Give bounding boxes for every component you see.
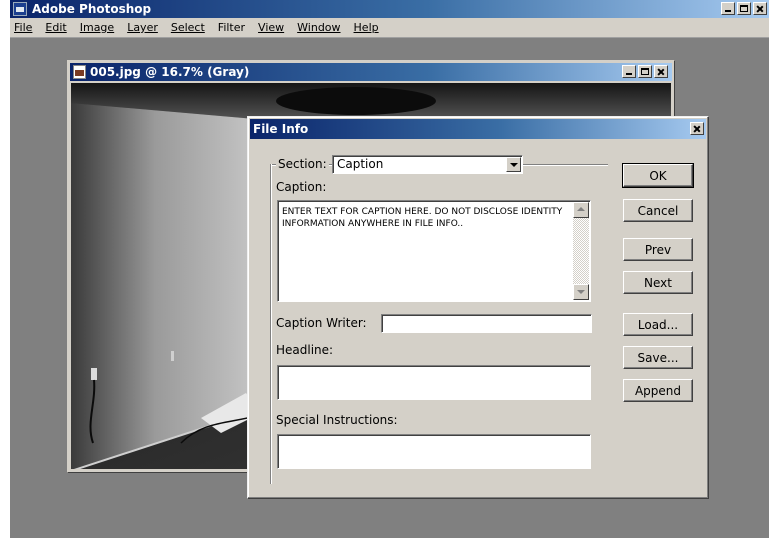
section-select[interactable]: Caption (332, 155, 523, 174)
document-maximize-icon[interactable] (638, 65, 652, 78)
dialog-title: File Info (253, 122, 309, 136)
document-window-controls (622, 65, 668, 78)
prev-button[interactable]: Prev (623, 238, 693, 261)
menu-bar: File Edit Image Layer Select Filter View… (10, 18, 769, 38)
scroll-down-button[interactable] (573, 284, 589, 300)
document-title-bar[interactable]: 005.jpg @ 16.7% (Gray) (70, 63, 672, 81)
menu-help-label: Help (353, 21, 379, 34)
menu-help[interactable]: Help (347, 21, 385, 34)
app-title: Adobe Photoshop (32, 2, 152, 16)
dialog-title-bar[interactable]: File Info (250, 119, 706, 139)
image-document-icon (73, 65, 86, 79)
app-title-bar[interactable]: Adobe Photoshop (10, 0, 769, 18)
special-instructions-label: Special Instructions: (276, 413, 398, 427)
caption-writer-input[interactable] (381, 314, 592, 333)
append-button[interactable]: Append (623, 379, 693, 402)
chevron-down-icon (510, 163, 518, 167)
menu-image[interactable]: Image (73, 21, 120, 34)
app-window-controls (721, 2, 767, 15)
menu-image-label: Image (79, 21, 115, 34)
menu-filter-label: Filter (217, 21, 246, 34)
ok-button[interactable]: OK (622, 163, 694, 188)
menu-file[interactable]: File (10, 21, 38, 34)
file-info-dialog: File Info Section: Caption Caption: ENTE… (247, 116, 709, 499)
caption-textarea[interactable]: ENTER TEXT FOR CAPTION HERE. DO NOT DISC… (277, 200, 591, 302)
load-button[interactable]: Load... (623, 313, 693, 336)
cancel-button[interactable]: Cancel (623, 199, 693, 222)
menu-select[interactable]: Select (164, 21, 211, 34)
app-maximize-icon[interactable] (737, 2, 751, 15)
special-instructions-input[interactable] (277, 434, 591, 469)
app-minimize-icon[interactable] (721, 2, 735, 15)
headline-label: Headline: (276, 343, 334, 357)
scroll-up-button[interactable] (573, 202, 589, 218)
scroll-down-icon (577, 290, 585, 294)
menu-window[interactable]: Window (290, 21, 346, 34)
dialog-close-icon[interactable] (690, 122, 704, 135)
section-dropdown-button[interactable] (506, 157, 521, 172)
photoshop-app-icon[interactable] (13, 2, 27, 16)
document-minimize-icon[interactable] (622, 65, 636, 78)
caption-writer-label: Caption Writer: (276, 316, 367, 330)
app-close-icon[interactable] (753, 2, 767, 15)
document-title: 005.jpg @ 16.7% (Gray) (90, 65, 250, 79)
headline-input[interactable] (277, 365, 591, 400)
document-close-icon[interactable] (654, 65, 668, 78)
menu-view[interactable]: View (251, 21, 290, 34)
caption-scrollbar[interactable] (573, 202, 589, 300)
photoshop-app-window: Adobe Photoshop File Edit Image Layer Se… (10, 0, 769, 538)
scroll-up-icon (577, 207, 585, 211)
next-button[interactable]: Next (623, 271, 693, 294)
menu-edit[interactable]: Edit (38, 21, 72, 34)
caption-text: ENTER TEXT FOR CAPTION HERE. DO NOT DISC… (282, 207, 563, 229)
section-select-value: Caption (337, 157, 384, 171)
section-groupbox-left (270, 164, 271, 484)
menu-view-label: View (258, 21, 285, 34)
menu-file-label: File (14, 21, 33, 34)
section-label: Section: (276, 157, 329, 171)
menu-select-label: Select (170, 21, 205, 34)
menu-layer[interactable]: Layer (120, 21, 164, 34)
caption-label: Caption: (276, 180, 327, 194)
menu-window-label: Window (297, 21, 341, 34)
menu-layer-label: Layer (127, 21, 158, 34)
save-button[interactable]: Save... (623, 346, 693, 369)
menu-filter[interactable]: Filter (211, 21, 251, 34)
menu-edit-label: Edit (45, 21, 67, 34)
